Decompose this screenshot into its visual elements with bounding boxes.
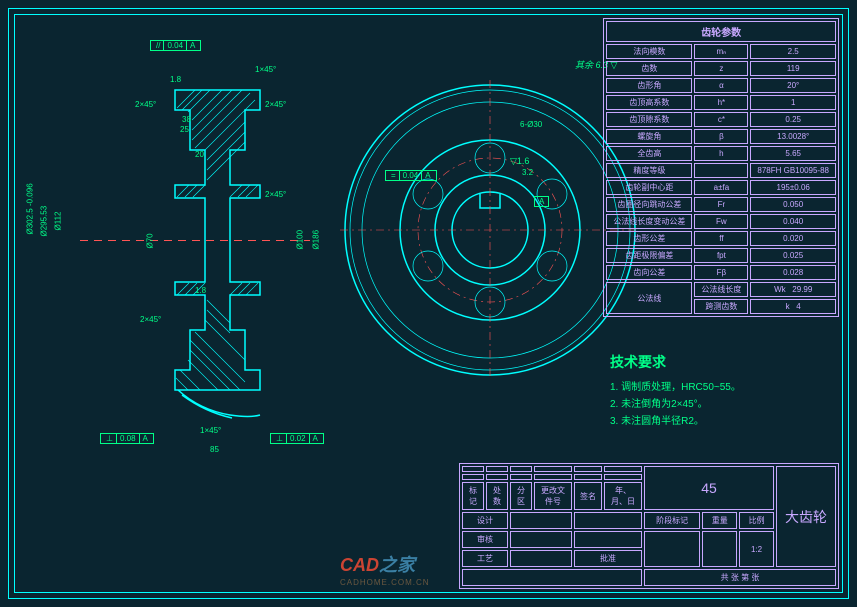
roughness-r1: ▽1.6 bbox=[510, 156, 529, 167]
gdt-perp2: ⊥0.02A bbox=[270, 433, 324, 444]
gear-param-row: 公法线长度变动公差Fw0.040 bbox=[606, 214, 836, 229]
dim-d4: Ø70 bbox=[146, 233, 155, 248]
title-block: 45 大齿轮 标记处数分区 更改文件号签名年、月、日 设计 阶段标记重量比例 审… bbox=[459, 463, 839, 589]
gear-param-row: 全齿高h5.65 bbox=[606, 146, 836, 161]
front-view bbox=[340, 80, 640, 380]
gdt-perp1: ⊥0.08A bbox=[100, 433, 154, 444]
gear-param-row: 齿形角α20° bbox=[606, 78, 836, 93]
technical-requirements: 技术要求 1. 调制质处理，HRC50~55。 2. 未注倒角为2×45°。 3… bbox=[610, 350, 741, 429]
dim-c3: 1×45° bbox=[255, 65, 276, 74]
gear-param-row: 法向模数mₙ2.5 bbox=[606, 44, 836, 59]
gear-param-row: 齿形公差ff0.020 bbox=[606, 231, 836, 246]
dim-k1: 1.8 bbox=[170, 75, 181, 84]
watermark: CAD之家 bbox=[340, 551, 415, 577]
dim-d6: Ø186 bbox=[312, 230, 321, 250]
dim-c4: 1×45° bbox=[200, 426, 221, 435]
gear-param-row: 螺旋角β13.0028° bbox=[606, 129, 836, 144]
gear-param-row: 齿数z119 bbox=[606, 61, 836, 76]
dim-d5: Ø100 bbox=[296, 230, 305, 250]
dim-c5: 2×45° bbox=[265, 190, 286, 199]
dim-c2: 2×45° bbox=[265, 100, 286, 109]
section-centerline-h bbox=[80, 240, 310, 241]
watermark-url: CADHOME.COM.CN bbox=[340, 578, 430, 587]
gear-param-row: 齿顶高系数h*1 bbox=[606, 95, 836, 110]
gear-param-row: 齿圈径向跳动公差Fr0.050 bbox=[606, 197, 836, 212]
dim-w2: 20 bbox=[195, 150, 204, 159]
dim-k2: 1.8 bbox=[195, 286, 206, 295]
dim-d2: Ø295.53 bbox=[40, 206, 49, 237]
gear-param-row: 齿轮副中心距a±fa195±0.06 bbox=[606, 180, 836, 195]
gdt-sym: =0.04A bbox=[385, 170, 437, 181]
gear-param-row: 齿距极限偏差fpt0.025 bbox=[606, 248, 836, 263]
gdt-parallel: //0.04A bbox=[150, 40, 201, 51]
gear-param-row: 齿顶隙系数c*0.25 bbox=[606, 112, 836, 127]
dim-w1: 85 bbox=[210, 445, 219, 454]
dim-c1: 2×45° bbox=[135, 100, 156, 109]
gear-param-row: 精度等级878FH GB10095-88 bbox=[606, 163, 836, 178]
dim-c5b: 2×45° bbox=[140, 315, 161, 324]
datum-a: A bbox=[534, 196, 549, 207]
dim-d3: Ø112 bbox=[54, 212, 63, 231]
dim-key: 25 bbox=[180, 125, 189, 134]
dim-d1: Ø302.5 -0.096 bbox=[26, 183, 35, 234]
gear-param-row: 齿向公差Fβ0.028 bbox=[606, 265, 836, 280]
gear-parameters-table: 齿轮参数 法向模数mₙ2.5齿数z119齿形角α20°齿顶高系数h*1齿顶隙系数… bbox=[603, 18, 839, 317]
dim-bolt: 6-Ø30 bbox=[520, 120, 542, 129]
dim-w3: 38 bbox=[182, 115, 191, 124]
dim-k3: 3.2 bbox=[522, 168, 533, 177]
